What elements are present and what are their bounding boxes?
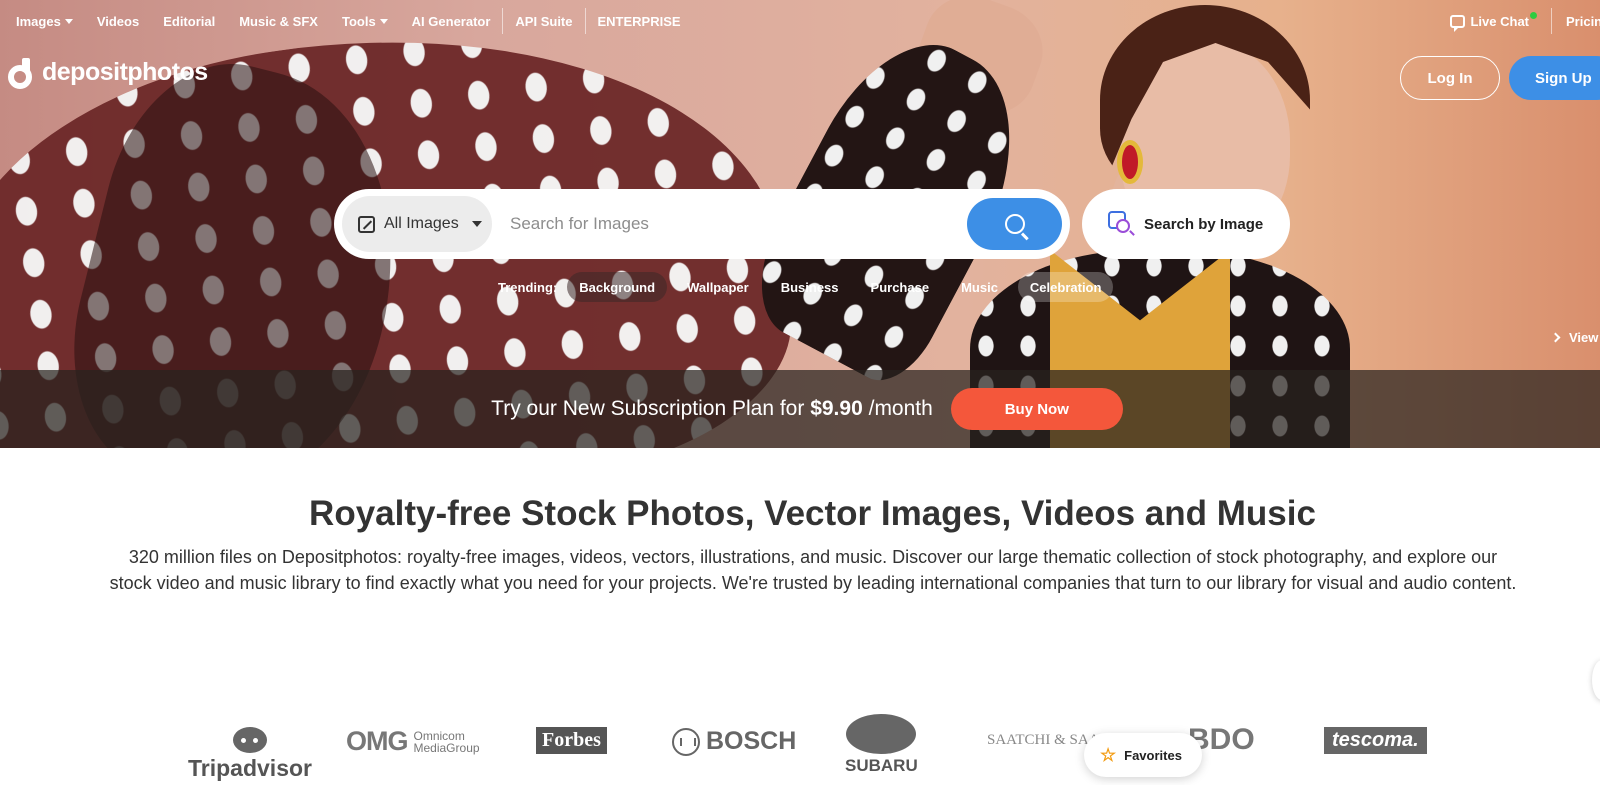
live-chat-link[interactable]: Live Chat xyxy=(1450,11,1537,32)
nav-divider xyxy=(584,8,586,34)
star-icon: ☆ xyxy=(1100,744,1117,765)
nav-music-sfx[interactable]: Music & SFX xyxy=(239,14,318,29)
top-right-nav: Live Chat Pricing xyxy=(1450,0,1600,42)
omnicom-logo: OMG Omnicom MediaGroup xyxy=(346,726,480,757)
trending-chip[interactable]: Music xyxy=(949,272,1010,302)
nav-enterprise[interactable]: ENTERPRISE xyxy=(598,14,681,29)
trending-chip[interactable]: Wallpaper xyxy=(675,272,761,302)
tripadvisor-text: Tripadvisor xyxy=(188,755,312,781)
search-input[interactable] xyxy=(492,196,967,252)
caret-down-icon xyxy=(64,18,73,24)
visual-search-icon xyxy=(1108,211,1135,237)
nav-music-label: Music & SFX xyxy=(239,13,318,29)
nav-videos-label: Videos xyxy=(96,13,140,29)
promo-text-before: Try our New Subscription Plan for xyxy=(491,397,805,420)
nav-ai-generator[interactable]: AI Generator xyxy=(412,14,491,29)
content-type-select[interactable]: All Images xyxy=(342,196,492,252)
omg-mark: OMG xyxy=(346,726,408,756)
view-link-label: View xyxy=(1569,330,1599,345)
page-title: Royalty-free Stock Photos, Vector Images… xyxy=(309,494,1316,533)
omnicom-subtext: Omnicom MediaGroup xyxy=(414,730,480,754)
trending-tags: Trending: Background Wallpaper Business … xyxy=(498,272,1114,302)
trending-chip[interactable]: Business xyxy=(769,272,851,302)
depositphotos-logo[interactable]: depositphotos xyxy=(8,57,208,89)
signup-button[interactable]: Sign Up xyxy=(1509,56,1600,100)
nav-videos[interactable]: Videos xyxy=(97,14,139,29)
chat-bubble-icon xyxy=(1450,14,1466,32)
content-type-value: All Images xyxy=(384,215,459,232)
hero-image-earring xyxy=(1117,140,1143,184)
promo-text-after: /month xyxy=(868,397,933,420)
nav-divider xyxy=(1551,8,1552,34)
subaru-text: SUBARU xyxy=(845,756,918,775)
bosch-logo: BOSCH xyxy=(672,727,796,756)
favorites-label: Favorites xyxy=(1124,747,1182,763)
nav-enterprise-label: ENTERPRISE xyxy=(597,13,681,29)
search-button[interactable] xyxy=(967,198,1062,250)
promo-price: $9.90 xyxy=(810,397,863,420)
hero-banner: Images Videos Editorial Music & SFX Tool… xyxy=(0,0,1600,448)
subscription-promo: Try our New Subscription Plan for $9.90 … xyxy=(0,388,1600,430)
bosch-armature-icon xyxy=(672,727,700,756)
nav-tools[interactable]: Tools xyxy=(342,14,388,29)
nav-editorial[interactable]: Editorial xyxy=(163,14,215,29)
caret-down-icon xyxy=(471,221,482,227)
client-logos: Tripadvisor OMG Omnicom MediaGroup Forbes… xyxy=(0,714,1600,785)
trending-chip[interactable]: Celebration xyxy=(1017,272,1114,302)
nav-api-label: API Suite xyxy=(515,13,573,29)
page-description: 320 million files on Depositphotos: roya… xyxy=(109,547,1517,593)
buy-now-button[interactable]: Buy Now xyxy=(950,388,1123,430)
omnicom-line2: MediaGroup xyxy=(413,740,480,755)
nav-api-suite[interactable]: API Suite xyxy=(515,14,572,29)
image-icon xyxy=(358,215,375,233)
bosch-text: BOSCH xyxy=(706,727,797,755)
live-chat-label: Live Chat xyxy=(1470,13,1529,29)
tescoma-logo: tescoma. xyxy=(1324,727,1427,754)
forbes-logo: Forbes xyxy=(536,727,607,754)
nav-editorial-label: Editorial xyxy=(163,13,216,29)
trending-chip[interactable]: Background xyxy=(567,272,668,302)
search-by-image-label: Search by Image xyxy=(1144,215,1264,233)
view-image-link[interactable]: View xyxy=(1550,330,1599,345)
logo-text: depositphotos xyxy=(42,58,208,86)
caret-down-icon xyxy=(379,18,388,24)
tripadvisor-logo: Tripadvisor xyxy=(188,727,312,782)
promo-text: Try our New Subscription Plan for $9.90 … xyxy=(491,397,933,421)
owl-icon xyxy=(232,727,267,753)
nav-images-label: Images xyxy=(16,13,61,29)
favorites-button[interactable]: ☆ Favorites xyxy=(1084,733,1202,777)
chevron-right-icon xyxy=(1550,332,1561,343)
login-button[interactable]: Log In xyxy=(1400,56,1500,100)
side-widget[interactable] xyxy=(1592,660,1600,700)
nav-images[interactable]: Images xyxy=(16,14,73,29)
search-by-image-button[interactable]: Search by Image xyxy=(1082,189,1290,259)
nav-divider xyxy=(502,8,504,34)
search-bar: All Images xyxy=(334,189,1070,259)
nav-tools-label: Tools xyxy=(341,13,376,29)
online-status-dot xyxy=(1530,11,1537,19)
nav-pricing[interactable]: Pricing xyxy=(1566,14,1600,29)
logo-mark-icon xyxy=(8,57,34,89)
trending-label: Trending: xyxy=(498,279,558,295)
top-nav: Images Videos Editorial Music & SFX Tool… xyxy=(0,0,705,42)
trending-chip[interactable]: Purchase xyxy=(859,272,942,302)
subaru-logo: SUBARU xyxy=(845,714,918,776)
search-icon xyxy=(1004,214,1025,234)
subaru-stars-icon xyxy=(846,714,917,754)
nav-ai-label: AI Generator xyxy=(411,13,491,29)
